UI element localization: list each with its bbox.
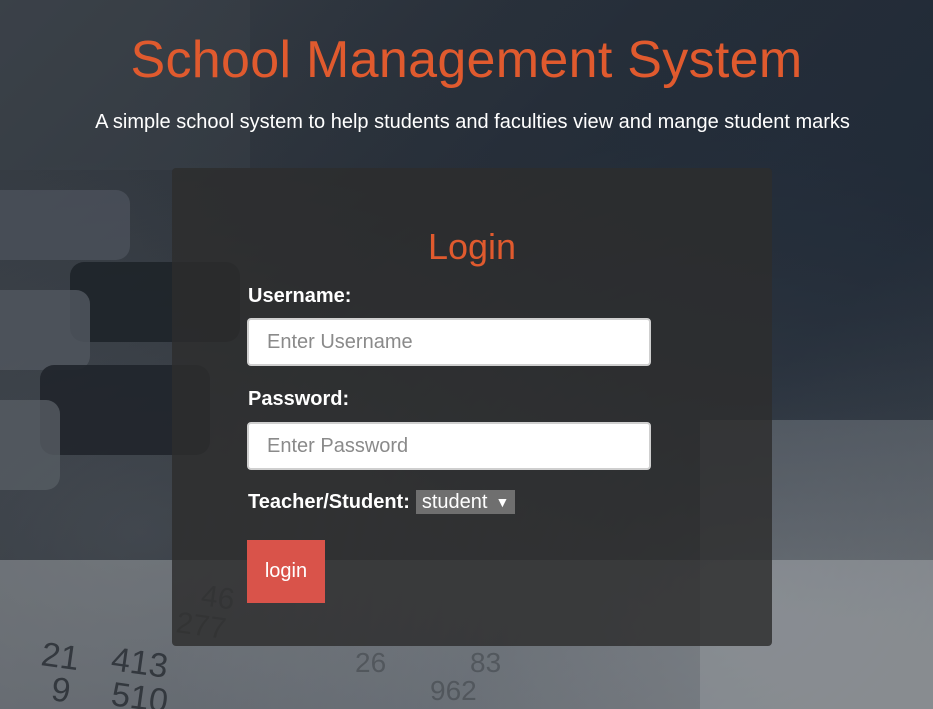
role-selected-value: student (421, 490, 488, 513)
role-row: Teacher/Student: student ▼ (248, 490, 516, 514)
chevron-down-icon: ▼ (495, 494, 510, 510)
login-panel: Login Username: Password: Teacher/Studen… (172, 168, 772, 646)
role-select[interactable]: student ▼ (415, 490, 516, 514)
role-label: Teacher/Student: (248, 490, 410, 513)
login-button[interactable]: login (247, 540, 325, 603)
username-input[interactable] (247, 318, 651, 366)
username-label: Username: (248, 285, 352, 307)
bg-digits-7: 26 (355, 647, 386, 678)
bg-digits-8: 962 (430, 675, 477, 706)
bg-digits-9: 83 (470, 647, 501, 678)
password-input[interactable] (247, 422, 651, 470)
page-title: School Management System (130, 31, 803, 89)
login-title: Login (427, 226, 517, 267)
password-label: Password: (248, 388, 350, 410)
page-subtitle: A simple school system to help students … (95, 111, 850, 133)
